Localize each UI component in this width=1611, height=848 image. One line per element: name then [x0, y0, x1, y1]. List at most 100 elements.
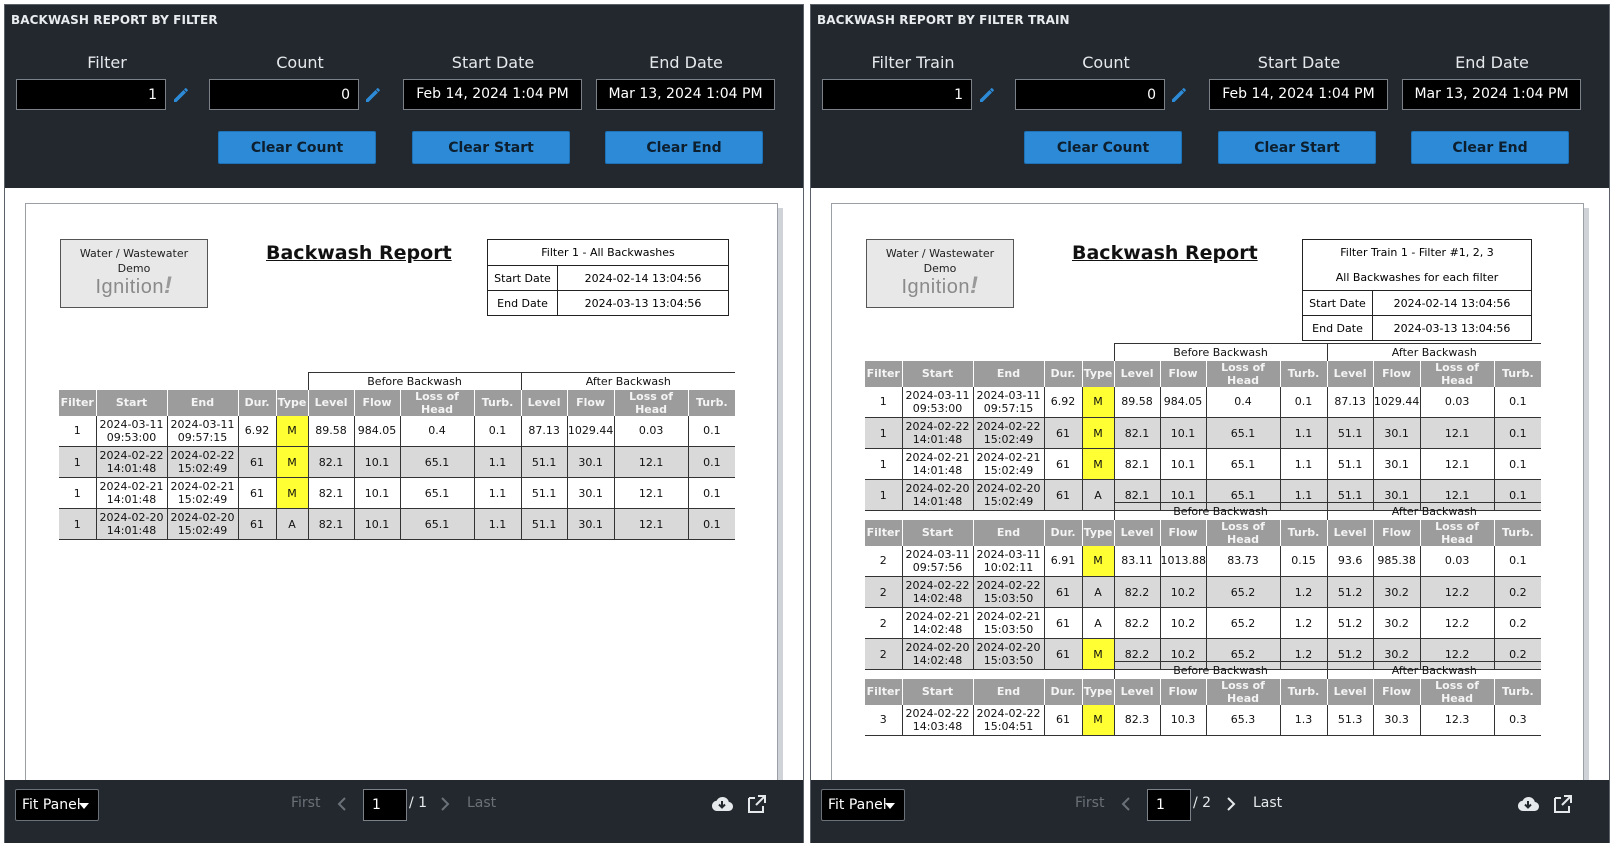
cell-b_loh: 0.4	[1205, 386, 1281, 418]
end-date-label: End Date	[649, 53, 723, 72]
chevron-left-icon[interactable]	[334, 795, 350, 813]
column-header: Loss of Head	[1419, 678, 1495, 705]
column-header: Flow	[353, 389, 401, 416]
cell-a_level: 51.1	[1326, 417, 1374, 449]
cell-b_turb: 1.1	[473, 446, 522, 478]
chevron-right-icon[interactable]	[1223, 795, 1239, 813]
clear-count-button[interactable]: Clear Count	[218, 131, 376, 164]
column-header: Type	[1081, 678, 1115, 705]
cell-b_level: 89.58	[1113, 386, 1161, 418]
cell-start: 2024-02-22 14:02:48	[901, 576, 973, 608]
cell-a_loh: 12.2	[1419, 607, 1495, 639]
first-page-link[interactable]: First	[291, 795, 320, 811]
pencil-icon[interactable]	[363, 85, 383, 105]
count-input[interactable]	[1015, 79, 1165, 110]
report-viewer[interactable]: Water / Wastewater Demo Ignition! Backwa…	[811, 188, 1609, 805]
column-header: Flow	[566, 389, 615, 416]
cell-b_turb: 0.15	[1279, 545, 1328, 577]
cell-filter: 1	[865, 448, 902, 480]
column-header: Loss of Head	[613, 389, 689, 416]
cell-end: 2024-02-22 15:04:51	[972, 704, 1044, 736]
cloud-download-icon[interactable]	[1516, 792, 1540, 816]
last-page-link[interactable]: Last	[1253, 795, 1282, 811]
cell-end: 2024-03-11 09:57:15	[166, 415, 238, 447]
clear-end-button[interactable]: Clear End	[605, 131, 763, 164]
cell-end: 2024-02-22 15:02:49	[166, 446, 238, 478]
report-title: Backwash Report	[266, 242, 452, 264]
cell-a_turb: 0.1	[1493, 386, 1542, 418]
cell-b_flow: 10.1	[1159, 417, 1207, 449]
report-info-box: Filter Train 1 - Filter #1, 2, 3 All Bac…	[1302, 239, 1532, 341]
column-header: Level	[1326, 519, 1374, 546]
cell-b_level: 82.2	[1113, 607, 1161, 639]
ignition-logo: Ignition!	[95, 272, 173, 299]
pencil-icon[interactable]	[171, 85, 191, 105]
clear-start-button[interactable]: Clear Start	[1218, 131, 1376, 164]
table-row: 2 2024-03-11 09:57:56 2024-03-11 10:02:11 6.9…	[865, 545, 1542, 577]
external-link-icon[interactable]	[1551, 792, 1575, 816]
cell-a_loh: 0.03	[1419, 386, 1495, 418]
cell-a_loh: 12.3	[1419, 704, 1495, 736]
info-subtitle: All Backwashes for each filter	[1335, 271, 1499, 284]
cell-a_level: 51.2	[1326, 576, 1374, 608]
cell-b_turb: 1.1	[1279, 417, 1328, 449]
count-input[interactable]	[209, 79, 359, 110]
cell-start: 2024-02-22 14:03:48	[901, 704, 973, 736]
table-row: 2 2024-02-21 14:02:48 2024-02-21 15:03:50 61 A…	[865, 607, 1542, 639]
start-date-label: Start Date	[1257, 53, 1341, 72]
end-date-picker[interactable]: Mar 13, 2024 1:04 PM	[1402, 79, 1581, 110]
after-backwash-header: After Backwash	[1326, 502, 1542, 520]
chevron-right-icon[interactable]	[437, 795, 453, 813]
cell-a_flow: 1029.44	[1372, 386, 1421, 418]
before-backwash-header: Before Backwash	[1113, 661, 1328, 679]
fit-panel-dropdown[interactable]: Fit Panel	[15, 789, 99, 821]
cell-b_loh: 83.73	[1205, 545, 1281, 577]
last-page-link[interactable]: Last	[467, 795, 496, 811]
cell-b_flow: 984.05	[353, 415, 401, 447]
table-row: 1 2024-02-20 14:01:48 2024-02-20 15:02:49 61 A…	[59, 508, 736, 540]
cell-a_flow: 985.38	[1372, 545, 1421, 577]
cell-filter: 2	[865, 545, 902, 577]
report-viewer[interactable]: Water / Wastewater Demo Ignition! Backwa…	[5, 188, 803, 805]
cell-end: 2024-03-11 10:02:11	[972, 545, 1044, 577]
start-date-picker[interactable]: Feb 14, 2024 1:04 PM	[403, 79, 582, 110]
page-number-input[interactable]	[1147, 789, 1191, 821]
end-date-picker[interactable]: Mar 13, 2024 1:04 PM	[596, 79, 775, 110]
cell-filter: 1	[59, 415, 96, 447]
clear-end-button[interactable]: Clear End	[1411, 131, 1569, 164]
count-label: Count	[1082, 53, 1130, 72]
fit-panel-dropdown[interactable]: Fit Panel	[821, 789, 905, 821]
clear-count-button[interactable]: Clear Count	[1024, 131, 1182, 164]
clear-start-button[interactable]: Clear Start	[412, 131, 570, 164]
cell-b_flow: 10.1	[353, 446, 401, 478]
cloud-download-icon[interactable]	[710, 792, 734, 816]
start-date-picker[interactable]: Feb 14, 2024 1:04 PM	[1209, 79, 1388, 110]
external-link-icon[interactable]	[745, 792, 769, 816]
cell-a_flow: 30.1	[1372, 448, 1421, 480]
cell-filter: 1	[865, 386, 902, 418]
page-number-input[interactable]	[363, 789, 407, 821]
column-header: End	[972, 678, 1044, 705]
filter-input[interactable]	[16, 79, 166, 110]
pencil-icon[interactable]	[1169, 85, 1189, 105]
cell-type: M	[1081, 448, 1115, 480]
table-row: 1 2024-03-11 09:53:00 2024-03-11 09:57:15 6.9…	[865, 386, 1542, 418]
filter-train-input[interactable]	[822, 79, 972, 110]
cell-b_level: 82.3	[1113, 704, 1161, 736]
page-total: / 2	[1193, 795, 1212, 811]
cell-b_loh: 0.4	[399, 415, 475, 447]
chevron-left-icon[interactable]	[1118, 795, 1134, 813]
report-page: Water / Wastewater Demo Ignition! Backwa…	[831, 203, 1584, 789]
after-backwash-header: After Backwash	[520, 372, 736, 390]
cell-start: 2024-02-22 14:01:48	[95, 446, 167, 478]
column-header: Filter	[865, 678, 902, 705]
cell-start: 2024-03-11 09:57:56	[901, 545, 973, 577]
column-header: Loss of Head	[1205, 678, 1281, 705]
panel-backwash-by-filter: BACKWASH REPORT BY FILTER Filter Count S…	[4, 4, 804, 843]
first-page-link[interactable]: First	[1075, 795, 1104, 811]
pencil-icon[interactable]	[977, 85, 997, 105]
caret-down-icon	[79, 803, 89, 809]
column-header: Turb.	[687, 389, 736, 416]
count-label: Count	[276, 53, 324, 72]
report-page: Water / Wastewater Demo Ignition! Backwa…	[25, 203, 778, 789]
